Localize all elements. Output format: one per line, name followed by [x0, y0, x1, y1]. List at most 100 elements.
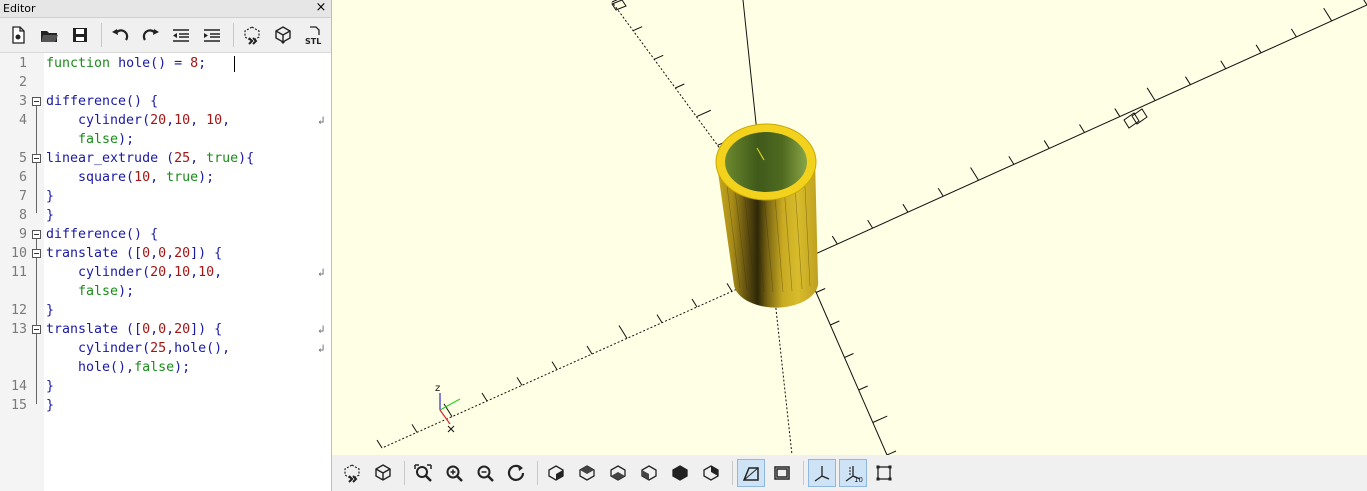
code-text: cylinder(20,10,10, — [46, 263, 222, 282]
fold-toggle-icon[interactable] — [32, 154, 41, 163]
editor-title: Editor — [3, 2, 36, 15]
stl-label: STL — [305, 37, 321, 45]
code-token: false — [134, 360, 175, 375]
code-text: translate ([0,0,20]) { — [46, 244, 222, 263]
line-number: 12 — [10, 303, 27, 318]
code-token: square( — [46, 170, 135, 185]
code-text: } — [46, 206, 54, 225]
unindent-icon — [173, 29, 190, 42]
view-right-icon — [548, 465, 564, 481]
preview-button[interactable] — [238, 21, 266, 49]
code-line: 7} — [0, 187, 331, 206]
line-number: 13 — [10, 322, 27, 337]
export-stl-button[interactable]: STL — [300, 21, 328, 49]
view-bottom-button[interactable] — [604, 459, 632, 487]
code-token: 10 — [174, 265, 191, 280]
orthogonal-button[interactable] — [768, 459, 796, 487]
scale-tick — [632, 26, 643, 32]
code-token: 0 — [142, 322, 151, 337]
3d-viewport[interactable]: z — [332, 0, 1367, 455]
preview-icon — [244, 26, 260, 45]
code-line: 14} — [0, 377, 331, 396]
code-token: , — [150, 322, 159, 337]
close-icon[interactable]: × — [315, 0, 327, 17]
code-text: } — [46, 187, 54, 206]
show-edges-button[interactable] — [870, 459, 898, 487]
code-token: } — [46, 398, 55, 413]
code-token: 10 — [174, 113, 191, 128]
fold-toggle-icon[interactable] — [32, 230, 41, 239]
view-left-button[interactable] — [635, 459, 663, 487]
view-front-button[interactable] — [666, 459, 694, 487]
code-editor[interactable]: 1 function hole() = 8; 2 3 difference() {4 c… — [0, 53, 331, 491]
render-button[interactable] — [269, 21, 297, 49]
scale-tick — [844, 353, 854, 358]
render-icon — [375, 464, 391, 481]
scale-tick — [867, 219, 874, 229]
show-axes-button[interactable] — [808, 459, 836, 487]
line-number: 8 — [18, 208, 27, 223]
word-wrap-icon: ↲ — [318, 266, 325, 279]
code-token: true — [166, 170, 199, 185]
scale-tick — [675, 83, 685, 89]
code-token: 0 — [158, 322, 167, 337]
undo-button[interactable] — [106, 21, 134, 49]
reset-view-button[interactable] — [502, 459, 530, 487]
view-right-button[interactable] — [542, 459, 570, 487]
code-line: 10 translate ([0,0,20]) { — [0, 244, 331, 263]
orthogonal-icon — [774, 466, 790, 480]
view-top-button[interactable] — [573, 459, 601, 487]
code-text: } — [46, 301, 54, 320]
code-token: 20 — [174, 322, 191, 337]
view-back-button[interactable] — [697, 459, 725, 487]
line-number: 4 — [18, 113, 27, 128]
line-number: 5 — [18, 151, 27, 166]
perspective-button[interactable] — [737, 459, 765, 487]
fold-toggle-icon[interactable] — [32, 325, 41, 334]
view-all-button[interactable] — [409, 459, 437, 487]
scale-tick — [970, 167, 979, 181]
zoom-out-button[interactable] — [471, 459, 499, 487]
toolbar-separator — [537, 461, 538, 485]
zoom-in-icon — [446, 465, 463, 482]
save-button[interactable] — [66, 21, 94, 49]
editor-panel: Editor × STL 1 function hole() = 8; 2 3 … — [0, 0, 332, 491]
code-text: translate ([0,0,20]) { — [46, 320, 222, 339]
code-text: false); — [46, 282, 134, 301]
scale-tick — [902, 203, 909, 213]
zoom-in-button[interactable] — [440, 459, 468, 487]
line-number: 14 — [10, 379, 27, 394]
code-token: 10 — [134, 170, 151, 185]
code-token: } — [46, 208, 55, 223]
redo-button[interactable] — [137, 21, 165, 49]
code-token: , — [150, 246, 159, 261]
unindent-button[interactable] — [168, 21, 196, 49]
show-scale-markers-button[interactable]: 10 — [839, 459, 867, 487]
scale-tick — [1363, 0, 1367, 6]
code-text: difference() { — [46, 92, 158, 111]
line-number: 7 — [18, 189, 27, 204]
view-bottom-icon — [610, 465, 626, 481]
code-token: } — [46, 303, 55, 318]
view-back-icon — [703, 465, 719, 481]
code-token: cylinder( — [46, 113, 151, 128]
preview-button[interactable] — [338, 459, 366, 487]
indent-button[interactable] — [198, 21, 226, 49]
editor-toolbar: STL — [0, 18, 331, 53]
code-token: , — [214, 265, 223, 280]
code-token: , — [190, 265, 199, 280]
scale-tick — [872, 415, 888, 423]
scale-tick — [1114, 108, 1121, 117]
open-file-button[interactable] — [35, 21, 63, 49]
fold-toggle-icon[interactable] — [32, 249, 41, 258]
fold-toggle-icon[interactable] — [32, 97, 41, 106]
code-text: difference() { — [46, 225, 158, 244]
zoom-out-icon — [477, 465, 494, 482]
new-file-button[interactable] — [4, 21, 32, 49]
render-button[interactable] — [369, 459, 397, 487]
code-token: ]) { — [190, 246, 223, 261]
code-text: square(10, true); — [46, 168, 214, 187]
preview-icon — [344, 464, 360, 483]
toolbar-separator — [100, 23, 102, 47]
